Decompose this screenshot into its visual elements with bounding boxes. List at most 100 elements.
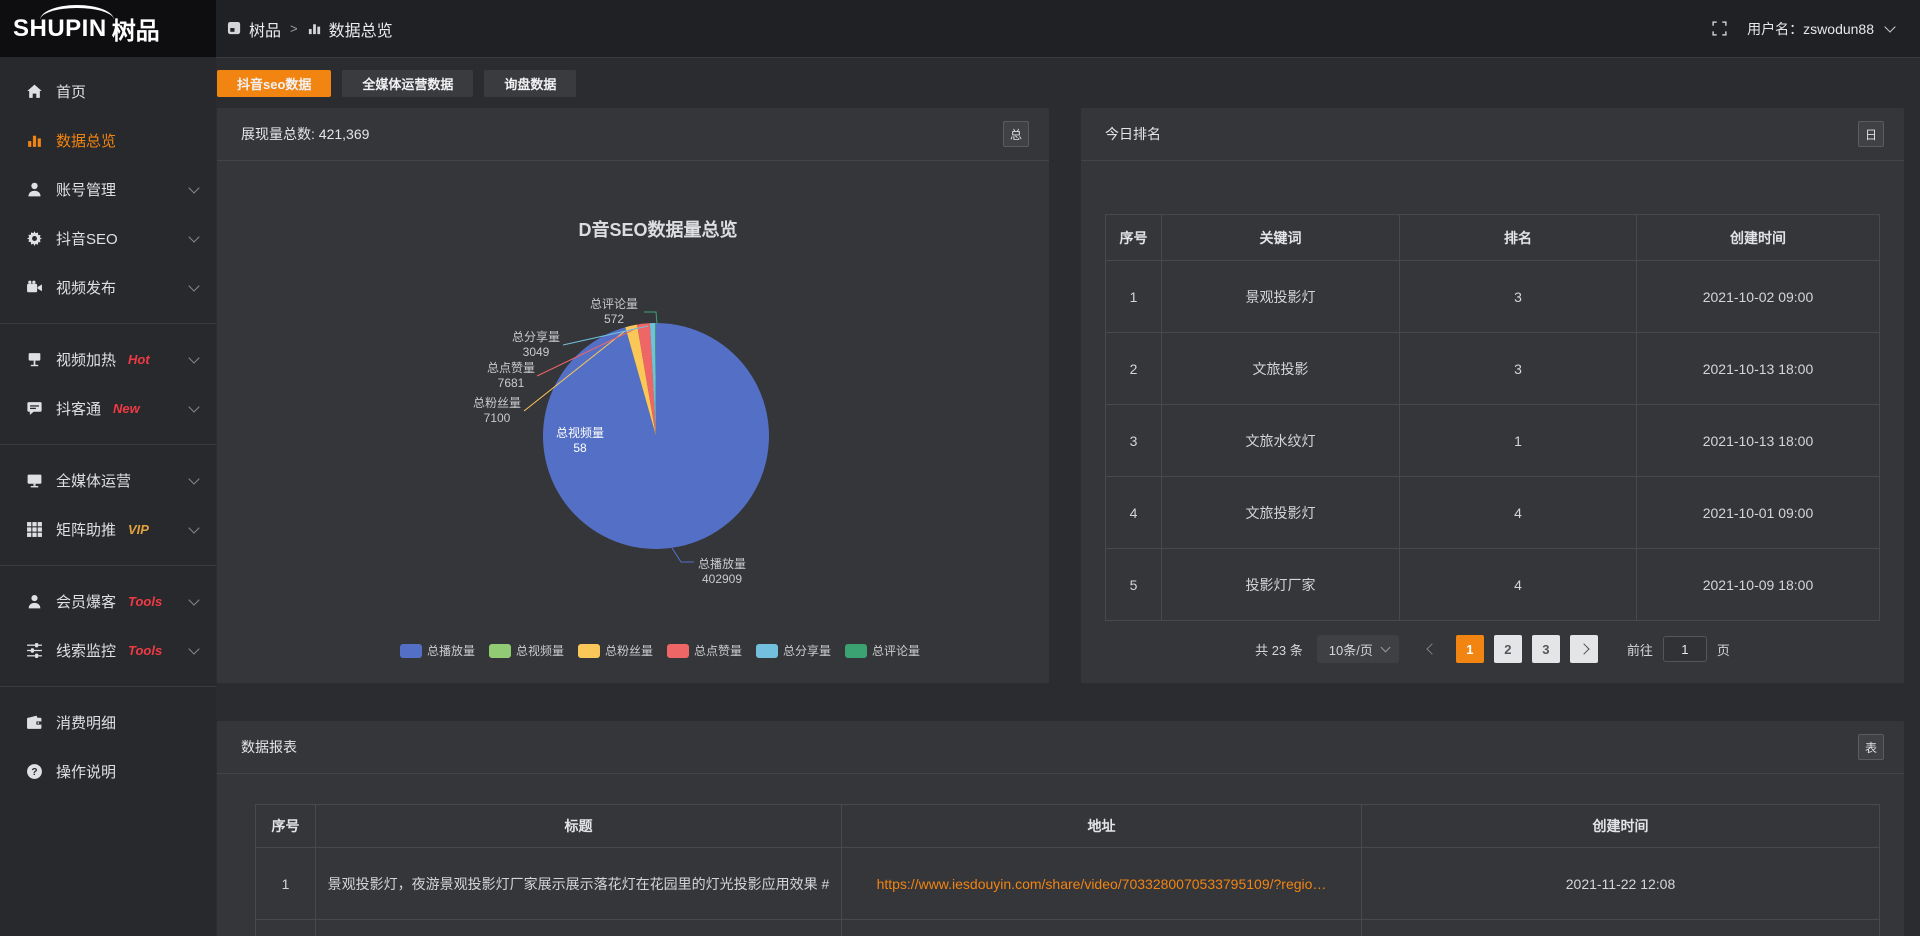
legend-label: 总点赞量 (694, 642, 742, 659)
bar-chart-icon (26, 132, 43, 149)
cell: 景观投影灯 (1162, 261, 1400, 333)
username-label: 用户名： (1747, 21, 1803, 37)
legend-item-5[interactable]: 总评论量 (845, 642, 920, 659)
grid-icon (26, 521, 43, 538)
pie-label-name: 总播放量 (698, 557, 746, 572)
cell: 3 (1400, 333, 1637, 405)
sidebar-item-label: 矩阵助推 (56, 519, 116, 540)
pie-label-value: 572 (590, 312, 638, 327)
content-area: 抖音seo数据全媒体运营数据询盘数据 展现量总数: 421,369 总 D音SE… (216, 58, 1920, 936)
column-header: 标题 (316, 805, 842, 848)
sidebar-item-douyin-seo[interactable]: 抖音SEO (0, 214, 216, 263)
divider (0, 565, 216, 566)
sidebar-item-member-burst[interactable]: 会员爆客 Tools (0, 577, 216, 626)
page-size-value: 10条/页 (1329, 640, 1373, 659)
logo-arc-icon (40, 5, 114, 20)
pagination-total: 共 23 条 (1255, 640, 1303, 659)
cell-url: https://www.iesdouyin.com/share/video/70… (842, 848, 1362, 920)
chevron-down-icon (188, 522, 199, 533)
pie-label-1: 总视频量58 (556, 426, 604, 456)
cell (842, 920, 1362, 936)
page-button-3[interactable]: 3 (1532, 635, 1560, 663)
cell (256, 920, 316, 936)
legend-label: 总视频量 (516, 642, 564, 659)
ranking-panel: 今日排名 日 序号关键词排名创建时间1景观投影灯32021-10-02 09:0… (1081, 108, 1904, 683)
cell: 文旅投影灯 (1162, 477, 1400, 549)
pie-label-line-0 (672, 548, 694, 562)
sidebar-item-data-overview[interactable]: 数据总览 (0, 116, 216, 165)
pie-label-name: 总点赞量 (487, 361, 535, 376)
table-view-button[interactable]: 表 (1858, 734, 1884, 760)
total-view-button[interactable]: 总 (1003, 121, 1029, 147)
sidebar-item-account-management[interactable]: 账号管理 (0, 165, 216, 214)
tab-douyin-seo-data[interactable]: 抖音seo数据 (217, 70, 331, 97)
sidebar: SHUPIN 树品 首页数据总览账号管理抖音SEO视频发布视频加热Hot抖客通N… (0, 0, 216, 936)
sidebar-item-badge: VIP (128, 522, 149, 537)
pie-label-5: 总评论量572 (590, 297, 638, 327)
pie-label-value: 402909 (698, 572, 746, 587)
data-tabs: 抖音seo数据全媒体运营数据询盘数据 (217, 70, 1904, 97)
topbar: 树品 > 数据总览 用户名：zswodun88 (216, 0, 1920, 58)
cell: 4 (1400, 549, 1637, 621)
legend-item-0[interactable]: 总播放量 (400, 642, 475, 659)
report-panel-title: 数据报表 (241, 737, 297, 757)
sidebar-item-video-heat[interactable]: 视频加热Hot (0, 335, 216, 384)
legend-marker (489, 644, 511, 658)
chevron-left-icon (1426, 643, 1437, 654)
svg-text:?: ? (31, 767, 37, 778)
pie-label-0: 总播放量402909 (698, 557, 746, 587)
cell: 3 (1400, 261, 1637, 333)
sidebar-item-label: 视频加热 (56, 349, 116, 370)
pie-label-value: 7681 (487, 376, 535, 391)
pie-chart-svg (217, 161, 1049, 682)
legend-item-2[interactable]: 总粉丝量 (578, 642, 653, 659)
sidebar-item-home[interactable]: 首页 (0, 67, 216, 116)
divider (0, 323, 216, 324)
table-row: 3文旅水纹灯12021-10-13 18:00 (1106, 405, 1880, 477)
pie-label-name: 总分享量 (512, 330, 560, 345)
next-page-button[interactable] (1570, 635, 1598, 663)
breadcrumb: 树品 > 数据总览 (227, 17, 393, 41)
video-link[interactable]: https://www.iesdouyin.com/share/video/70… (877, 876, 1327, 892)
username[interactable]: 用户名：zswodun88 (1747, 19, 1874, 39)
table-header-row: 序号关键词排名创建时间 (1106, 215, 1880, 261)
fullscreen-icon[interactable] (1712, 21, 1727, 36)
sidebar-item-badge: Tools (128, 594, 162, 609)
divider (0, 444, 216, 445)
sidebar-item-matrix-boost[interactable]: 矩阵助推 VIP (0, 505, 216, 554)
legend-item-4[interactable]: 总分享量 (756, 642, 831, 659)
legend-item-3[interactable]: 总点赞量 (667, 642, 742, 659)
username-value: zswodun88 (1803, 21, 1874, 37)
page-size-select[interactable]: 10条/页 (1317, 635, 1399, 663)
daily-view-button[interactable]: 日 (1858, 121, 1884, 147)
sidebar-item-label: 会员爆客 (56, 591, 116, 612)
sidebar-item-expense-detail[interactable]: 消费明细 (0, 698, 216, 747)
sidebar-item-badge: New (113, 401, 140, 416)
sidebar-item-label: 线索监控 (56, 640, 116, 661)
legend-item-1[interactable]: 总视频量 (489, 642, 564, 659)
cell: 4 (1400, 477, 1637, 549)
breadcrumb-root[interactable]: 树品 (249, 17, 281, 41)
tab-inquiry-data[interactable]: 询盘数据 (484, 70, 576, 97)
goto-page-input[interactable] (1663, 636, 1707, 662)
sidebar-item-label: 全媒体运营 (56, 470, 131, 491)
legend-label: 总粉丝量 (605, 642, 653, 659)
chevron-down-icon[interactable] (1884, 21, 1895, 32)
cell: 2021-10-13 18:00 (1637, 333, 1880, 405)
cell: 1 (1400, 405, 1637, 477)
sidebar-item-douketong[interactable]: 抖客通 New (0, 384, 216, 433)
sidebar-item-omni-media[interactable]: 全媒体运营 (0, 456, 216, 505)
sidebar-item-label: 抖客通 (56, 398, 101, 419)
page-button-1[interactable]: 1 (1456, 635, 1484, 663)
sidebar-item-instructions[interactable]: ?操作说明 (0, 747, 216, 796)
sidebar-item-video-publish[interactable]: 视频发布 (0, 263, 216, 312)
tab-omni-media-data[interactable]: 全媒体运营数据 (342, 70, 473, 97)
page-button-2[interactable]: 2 (1494, 635, 1522, 663)
sidebar-item-label: 数据总览 (56, 130, 116, 151)
prev-page-button[interactable] (1421, 635, 1443, 663)
report-panel: 数据报表 表 序号标题地址创建时间1景观投影灯，夜游景观投影灯厂家展示展示落花灯… (217, 721, 1904, 936)
goto-label: 前往 (1627, 640, 1653, 659)
legend-marker (756, 644, 778, 658)
legend-label: 总播放量 (427, 642, 475, 659)
sidebar-item-lead-monitor[interactable]: 线索监控Tools (0, 626, 216, 675)
